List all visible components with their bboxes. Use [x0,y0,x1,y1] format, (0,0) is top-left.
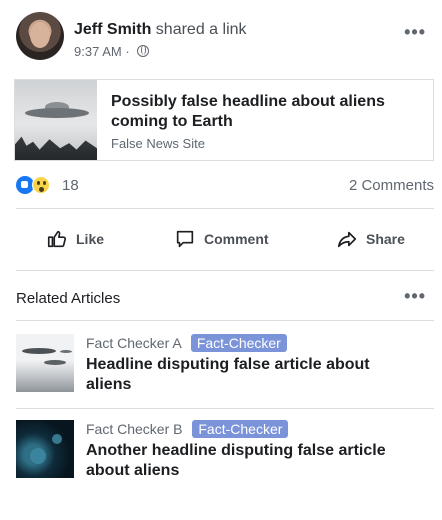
divider [16,320,434,321]
fact-checker-badge: Fact-Checker [192,420,289,438]
article-source: Fact Checker B Fact-Checker [86,420,289,438]
author-name[interactable]: Jeff Smith [74,21,151,38]
link-site-name: False News Site [111,136,205,151]
globe-icon [137,45,150,57]
article-source: Fact Checker A Fact-Checker [86,334,287,352]
share-button[interactable]: Share [336,228,405,250]
source-name: Fact Checker A [86,335,181,351]
article-headline[interactable]: Another headline disputing false article… [86,441,416,481]
comment-button[interactable]: Comment [174,228,269,250]
related-more-options-icon[interactable]: ••• [404,286,426,307]
link-headline[interactable]: Possibly false headline about aliens com… [111,92,411,132]
article-thumbnail [16,420,74,478]
related-articles-title: Related Articles [16,290,121,307]
post-meta: 9:37 AM · [74,44,150,59]
comment-label: Comment [204,231,269,247]
post-actions: Like Comment Share [16,222,434,256]
divider [16,208,434,209]
comment-icon [176,230,194,248]
share-label: Share [366,231,405,247]
article-headline[interactable]: Headline disputing false article about a… [86,355,416,395]
like-label: Like [76,231,105,247]
post-author-line: Jeff Smith shared a link [74,21,247,39]
more-options-icon[interactable]: ••• [404,22,426,43]
post-header: Jeff Smith shared a link 9:37 AM · ••• [16,12,426,64]
article-thumbnail [16,334,74,392]
avatar[interactable] [16,12,64,60]
meta-separator: · [125,44,130,59]
link-preview-card[interactable]: Possibly false headline about aliens com… [14,79,434,161]
divider [16,270,434,271]
divider [16,408,434,409]
related-article[interactable]: Fact Checker A Fact-Checker Headline dis… [16,334,434,408]
like-button[interactable]: Like [46,228,104,250]
post-time[interactable]: 9:37 AM [74,44,122,59]
fact-checker-badge: Fact-Checker [190,334,287,352]
wow-reaction-icon[interactable] [32,176,50,194]
reactions-bar: 18 2 Comments [16,176,434,196]
thumbs-up-icon [47,230,67,248]
reaction-count[interactable]: 18 [62,177,79,194]
related-article[interactable]: Fact Checker B Fact-Checker Another head… [16,420,434,494]
source-name: Fact Checker B [86,421,183,437]
comments-count[interactable]: 2 Comments [349,177,434,194]
post-action-text: shared a link [155,21,247,38]
link-thumbnail [15,80,97,160]
share-icon [337,231,357,248]
